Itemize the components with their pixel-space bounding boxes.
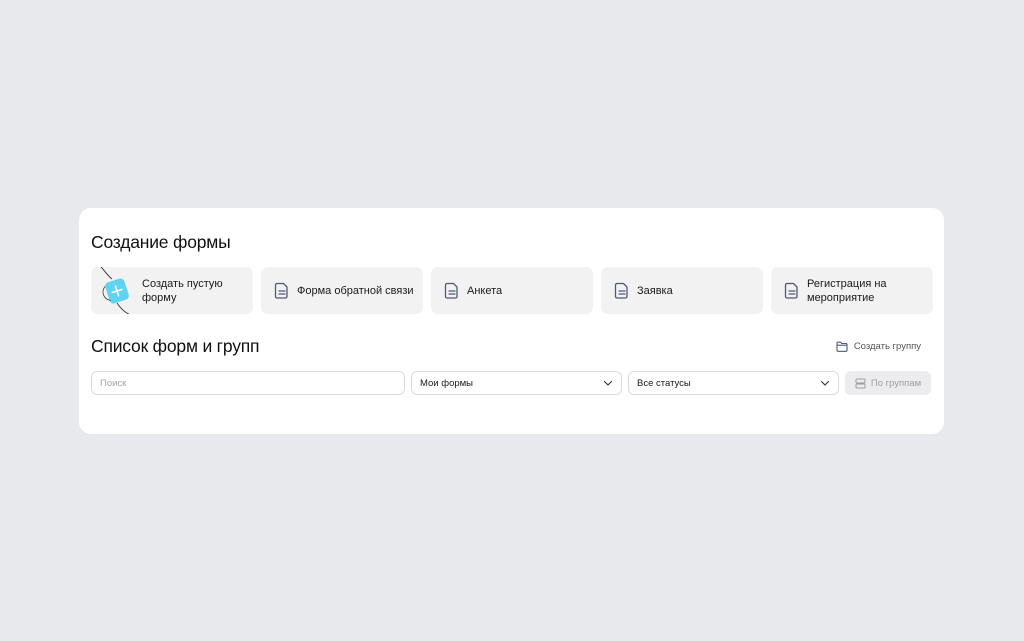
template-label: Анкета — [467, 284, 503, 297]
create-group-button[interactable]: Создать группу — [836, 341, 921, 352]
template-card-feedback[interactable]: Форма обратной связи — [261, 267, 423, 314]
filters-bar: Мои формы Все статусы По группам — [91, 371, 931, 395]
template-card-survey[interactable]: Анкета — [431, 267, 593, 314]
owner-filter-select[interactable]: Мои формы — [411, 371, 622, 395]
chevron-down-icon — [603, 380, 613, 386]
folder-icon — [836, 341, 848, 352]
template-card-application[interactable]: Заявка — [601, 267, 763, 314]
owner-filter-value: Мои формы — [420, 377, 473, 389]
create-form-title: Создание формы — [91, 232, 231, 252]
template-label: Регистрация на мероприятие — [807, 277, 887, 304]
document-icon — [274, 282, 288, 299]
forms-panel: Создание формы Создать пустую форму Форм… — [79, 208, 944, 434]
template-label: Заявка — [637, 284, 673, 297]
group-by-toggle-button[interactable]: По группам — [845, 371, 931, 395]
template-card-blank[interactable]: Создать пустую форму — [91, 267, 253, 314]
template-card-event-registration[interactable]: Регистрация на мероприятие — [771, 267, 933, 314]
group-by-toggle-label: По группам — [870, 377, 922, 389]
rows-icon — [855, 378, 866, 388]
status-filter-value: Все статусы — [637, 377, 691, 389]
template-label: Создать пустую форму — [142, 277, 223, 304]
template-label: Форма обратной связи — [297, 284, 414, 297]
blank-form-illustration-icon — [100, 267, 130, 314]
create-group-label: Создать группу — [853, 341, 921, 352]
document-icon — [444, 282, 458, 299]
status-filter-select[interactable]: Все статусы — [628, 371, 839, 395]
forms-list-title: Список форм и групп — [91, 336, 260, 356]
template-cards: Создать пустую форму Форма обратной связ… — [91, 267, 933, 314]
document-icon — [784, 282, 798, 299]
chevron-down-icon — [820, 380, 830, 386]
document-icon — [614, 282, 628, 299]
search-input[interactable] — [91, 371, 405, 395]
